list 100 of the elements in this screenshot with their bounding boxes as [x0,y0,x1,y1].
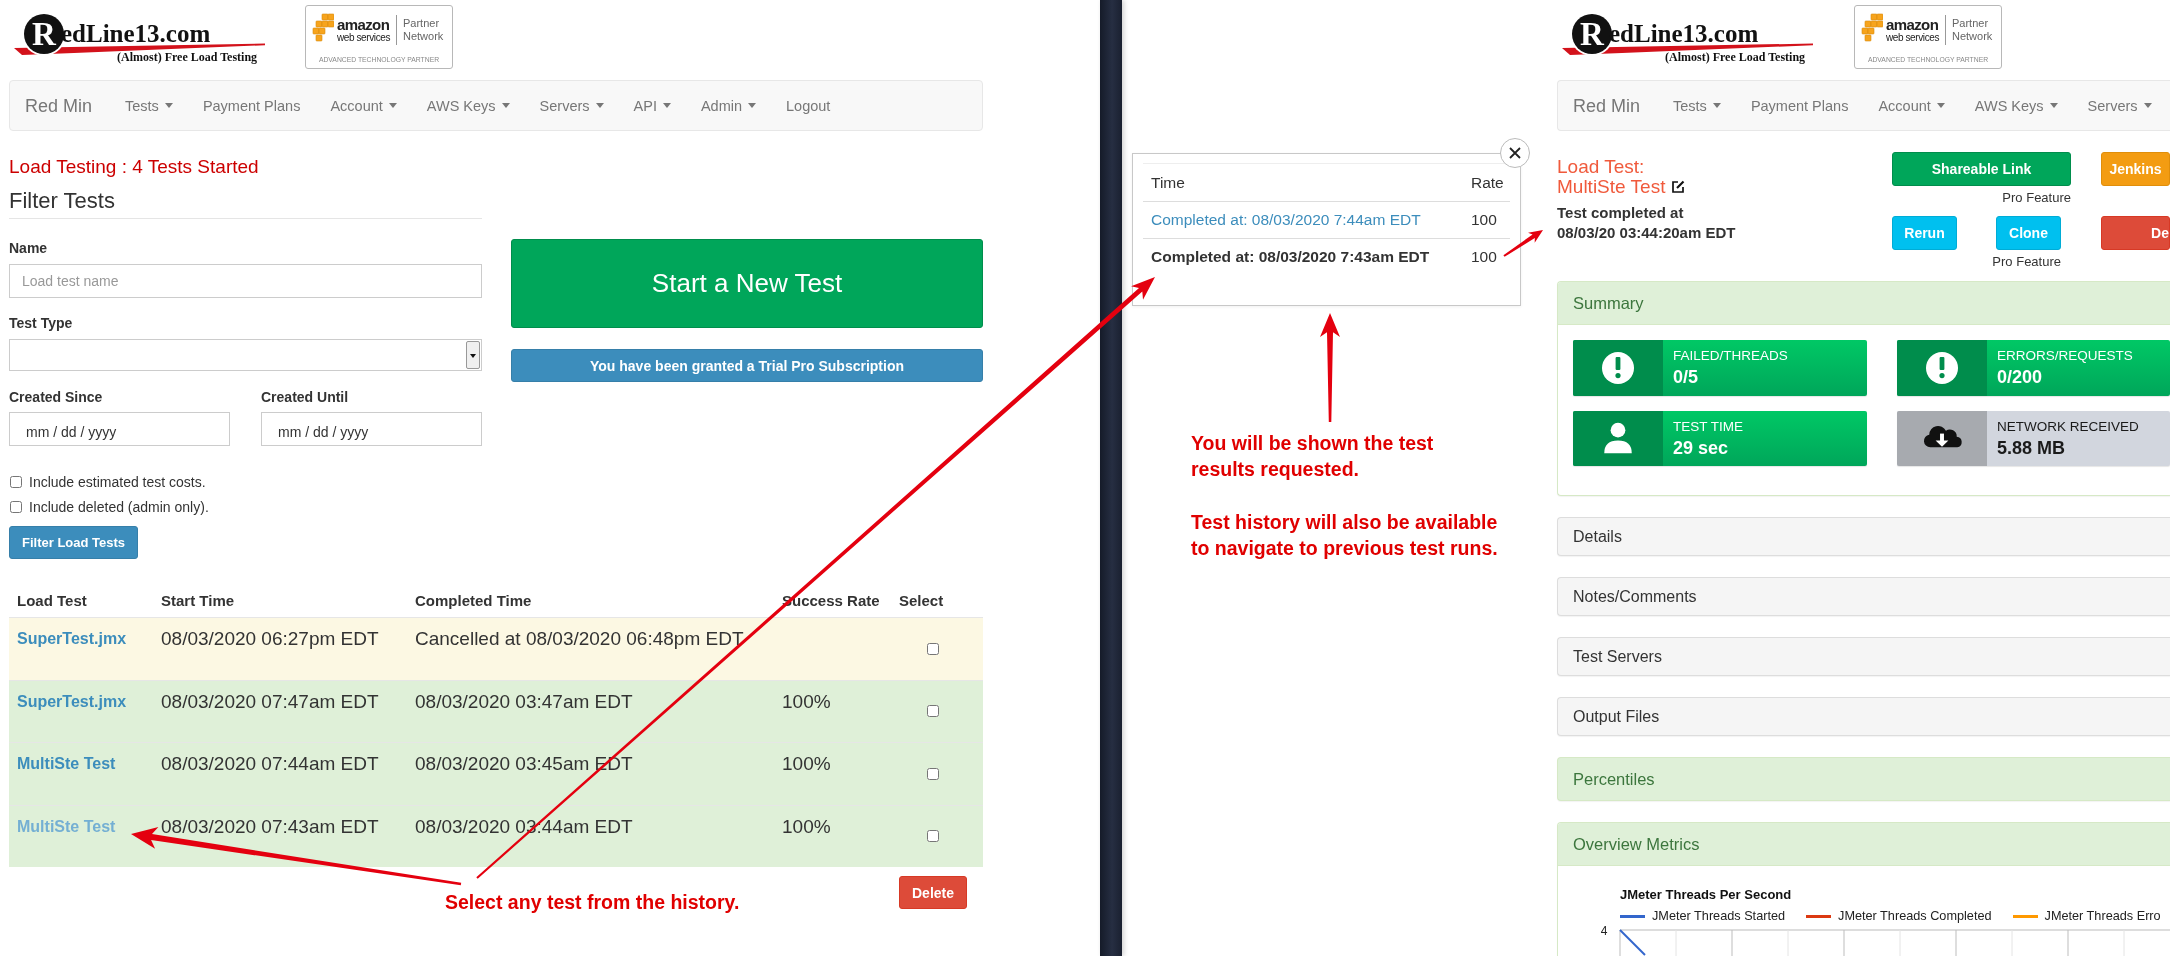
tile-value: 0/200 [1997,366,2043,388]
filter-button[interactable]: Filter Load Tests [9,526,139,559]
panel-header[interactable]: Percentiles [1557,757,2170,801]
nav-link[interactable]: Payment Plans [1750,95,1849,116]
exclamation-icon [1573,340,1663,396]
nav-link[interactable]: Account [1878,95,1945,116]
select-checkbox[interactable] [927,830,939,843]
nav-link[interactable]: Admin [700,95,757,116]
program-label: Network [403,30,444,43]
history-link[interactable]: Completed at: 08/03/2020 7:44am EDT [1151,210,1421,230]
program-label: Network [1952,30,1993,43]
edit-icon[interactable] [1671,180,1686,194]
legend-label: JMeter Threads Completed [1838,908,1992,924]
section-title: Filter Tests [9,188,482,219]
nav-link[interactable]: API [633,95,671,116]
program-label: Partner [403,17,440,30]
exclamation-icon [1897,340,1987,396]
field-label: Name [9,239,48,258]
select-checkbox[interactable] [927,642,939,655]
panel-header[interactable]: Overview Metrics [1558,823,2170,866]
tile-label: FAILED/THREADS [1673,347,1788,364]
annotation-text: Select any test from the history. [445,890,740,915]
delete-button[interactable]: Delete [899,876,967,909]
legend-label: JMeter Threads Started [1652,908,1786,924]
name-field[interactable]: Load test name [9,264,482,298]
feature-note: Pro Feature [2002,190,2071,206]
start-test-button[interactable]: Start a New Test [511,239,983,328]
program-label: Partner [1952,17,1989,30]
chart-title: JMeter Threads Per Second [1620,886,1792,904]
caret-icon [1712,103,1721,108]
axis-tick-label: 4 [1600,924,1608,938]
navbar-brand[interactable]: Red Min [1573,93,1641,118]
nav-link[interactable]: Tests [1673,95,1721,116]
date-field[interactable]: mm / dd / yyyy [261,412,482,446]
checkbox[interactable] [10,500,22,513]
brand-subtitle: web services [337,32,390,43]
nav-link[interactable]: Logout [786,95,831,116]
completed-time: Cancelled at 08/03/2020 06:48pm EDT [415,627,744,651]
column-header: Select [899,591,944,609]
start-time: 08/03/2020 06:27pm EDT [161,627,379,651]
logo-wordmark: edLine13.com [1609,19,1759,49]
completed-time: 08/03/20 03:44:20am EDT [1557,223,1736,243]
caret-icon [2143,103,2152,108]
navbar-brand[interactable]: Red Min [25,93,93,118]
nav-link[interactable]: Account [330,95,397,116]
caret-icon [164,103,173,108]
success-rate: 100% [782,814,831,839]
success-rate: 100% [782,689,831,714]
select-checkbox[interactable] [927,767,939,780]
panel-header[interactable]: Notes/Comments [1557,577,2170,616]
panel-header[interactable]: Summary [1558,282,2170,325]
test-name: MultiSte Test [1557,177,1666,197]
select-checkbox[interactable] [927,705,939,718]
tile-label: ERRORS/REQUESTS [1997,347,2133,364]
checkbox[interactable] [10,475,22,488]
annotation-arrow [1503,230,1543,257]
completed-label: Test completed at [1557,203,1684,223]
column-header: Time [1151,172,1185,193]
feature-note: Pro Feature [1992,254,2061,270]
status-message: Load Testing : 4 Tests Started [9,155,259,179]
action-button[interactable]: Shareable Link [1892,152,2071,186]
date-field[interactable]: mm / dd / yyyy [9,412,230,446]
close-button[interactable] [1500,138,1530,168]
brand-name: amazon [1886,17,1939,32]
nav-link[interactable]: Payment Plans [202,95,301,116]
legend-line-icon [1620,914,1645,918]
nav-link[interactable]: Tests [125,95,173,116]
panel-header[interactable]: Test Servers [1557,637,2170,676]
success-rate: 100% [782,752,831,776]
nav-link[interactable]: AWS Keys [426,95,510,116]
annotation-text: Test history will also be available to navigate to previous test runs. [1191,510,1498,561]
annotation-text: You will be shown the test results requested. [1191,431,1434,482]
caret-icon [2049,103,2058,108]
test-name-link[interactable]: SuperTest.jmx [17,627,127,651]
tile-label: NETWORK RECEIVED [1997,418,2139,435]
caret-icon [501,103,510,108]
nav-link[interactable]: AWS Keys [1974,95,2058,116]
panel-header[interactable]: Details [1557,517,2170,556]
user-icon [1573,411,1663,466]
field-label: Test Type [9,314,73,333]
column-header: Completed Time [415,591,532,609]
start-time: 08/03/2020 07:44am EDT [161,752,379,776]
rate-value: 100 [1471,210,1497,230]
history-entry[interactable]: Completed at: 08/03/2020 7:43am EDT [1151,247,1430,267]
test-name-link[interactable]: MultiSte Test [17,752,116,776]
nav-link[interactable]: Servers [2087,95,2152,116]
brand-name: amazon [337,17,390,32]
action-button[interactable]: Jenkins [2101,152,2170,186]
nav-link[interactable]: Servers [539,95,604,116]
caret-icon [388,103,397,108]
option-label: Include deleted (admin only). [29,497,209,516]
completed-time: 08/03/2020 03:47am EDT [415,689,633,714]
panel-header[interactable]: Output Files [1557,697,2170,736]
close-icon [1509,147,1521,159]
column-header: Load Test [17,591,87,609]
series-line [1619,929,1646,956]
cloud-download-icon [1897,411,1987,466]
action-button[interactable]: De [2101,216,2170,250]
test-name-link[interactable]: SuperTest.jmx [17,689,127,714]
option-label: Include estimated test costs. [29,472,206,491]
